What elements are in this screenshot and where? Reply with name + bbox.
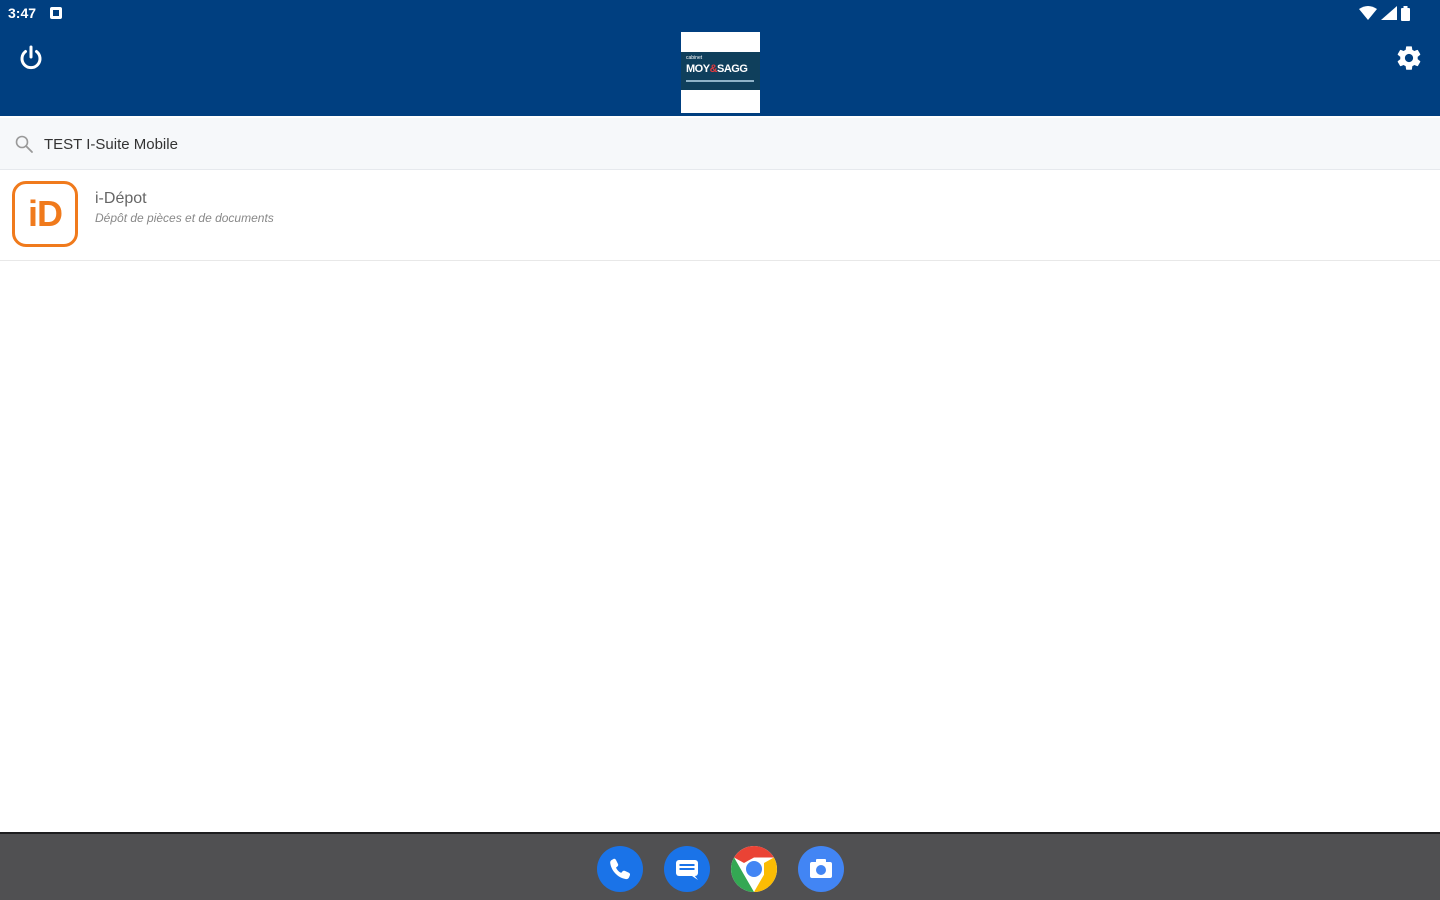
status-time: 3:47 [8, 5, 37, 21]
phone-app-button[interactable] [597, 846, 643, 892]
search-input[interactable] [44, 132, 644, 156]
settings-button[interactable] [1395, 44, 1423, 72]
power-button[interactable] [17, 44, 45, 72]
camera-icon [810, 859, 832, 878]
list-item-subtitle: Dépôt de pièces et de documents [95, 211, 274, 225]
messages-app-button[interactable] [664, 846, 710, 892]
list-item-title: i-Dépot [95, 190, 147, 207]
logo-subline [686, 80, 754, 82]
search-icon [15, 135, 33, 153]
app-header: 3:47 cabinet MOY&SAGG [0, 0, 1440, 116]
messages-icon [676, 860, 698, 880]
logo-small-text: cabinet [686, 55, 703, 61]
wifi-icon [1359, 6, 1377, 20]
logo-name: MOY&SAGG [686, 63, 748, 75]
company-logo: cabinet MOY&SAGG [681, 32, 760, 113]
status-icons [1359, 5, 1410, 21]
chrome-icon [731, 846, 777, 892]
phone-icon [610, 858, 631, 880]
chrome-app-button[interactable] [731, 846, 777, 892]
power-icon [20, 45, 42, 70]
list-item[interactable]: iD i-Dépot Dépôt de pièces et de documen… [0, 171, 1440, 261]
notification-icon [50, 7, 62, 19]
camera-app-button[interactable] [798, 846, 844, 892]
bottom-dock [0, 832, 1440, 900]
battery-icon [1401, 5, 1410, 21]
gear-icon [1397, 46, 1421, 70]
signal-icon [1381, 6, 1397, 20]
i-depot-app-icon: iD [12, 181, 78, 247]
search-bar [0, 118, 1440, 170]
